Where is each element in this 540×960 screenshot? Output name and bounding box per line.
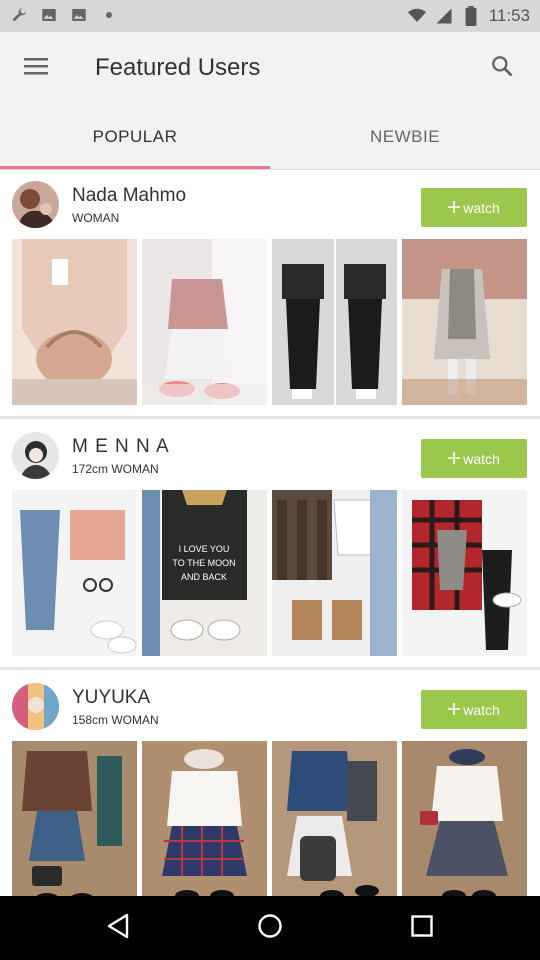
recents-icon: [411, 914, 433, 942]
watch-button[interactable]: watch: [421, 439, 527, 478]
status-bar: 11:53: [0, 0, 540, 32]
user-name[interactable]: M E N N A: [72, 436, 170, 458]
outfit-photo[interactable]: [272, 741, 397, 907]
tab-bar: POPULAR NEWBIE: [0, 104, 540, 170]
watch-button[interactable]: watch: [421, 690, 527, 729]
outfit-photo[interactable]: [12, 490, 137, 656]
photo-row: [12, 239, 528, 405]
outfit-photo[interactable]: [12, 239, 137, 405]
tab-popular[interactable]: POPULAR: [0, 104, 270, 170]
user-name[interactable]: Nada Mahmo: [72, 185, 186, 207]
plus-icon: [448, 200, 461, 216]
plus-icon: [448, 451, 461, 467]
wifi-icon: [407, 7, 426, 25]
navigation-bar: [0, 896, 540, 960]
outfit-photo[interactable]: [12, 741, 137, 907]
hamburger-menu-icon: [23, 56, 49, 81]
outfit-photo[interactable]: [402, 490, 527, 656]
photo-row: I LOVE YOU TO THE MOON AND BACK: [12, 490, 528, 656]
section-divider: [0, 667, 540, 670]
app-bar: Featured Users: [0, 32, 540, 104]
outfit-photo[interactable]: [402, 239, 527, 405]
watch-button[interactable]: watch: [421, 188, 527, 227]
home-icon: [257, 913, 283, 944]
watch-button-label: watch: [463, 199, 500, 216]
status-right-icons: 11:53: [407, 0, 530, 32]
user-meta: 172cm WOMAN: [72, 462, 159, 476]
watch-button-label: watch: [463, 450, 500, 467]
notification-dot-icon: [100, 6, 118, 24]
back-button[interactable]: [98, 908, 138, 948]
user-meta: WOMAN: [72, 211, 120, 225]
outfit-photo[interactable]: [272, 490, 397, 656]
user-card[interactable]: YUYUKA 158cm WOMAN watch: [0, 672, 540, 922]
user-meta: 158cm WOMAN: [72, 713, 159, 727]
page-title: Featured Users: [95, 54, 261, 81]
watch-button-label: watch: [463, 701, 500, 718]
image-icon: [40, 6, 58, 24]
image-icon: [70, 6, 88, 24]
signal-icon: [435, 7, 453, 25]
search-button[interactable]: [484, 50, 520, 86]
tab-newbie[interactable]: NEWBIE: [270, 104, 540, 170]
svg-text:AND BACK: AND BACK: [181, 572, 227, 582]
tab-indicator: [0, 166, 270, 169]
screen: 11:53 Featured Users POPULAR NEWBIE Nada…: [0, 0, 540, 960]
avatar[interactable]: [12, 432, 59, 479]
avatar[interactable]: [12, 683, 59, 730]
photo-row: [12, 741, 528, 907]
outfit-photo[interactable]: [142, 239, 267, 405]
plus-icon: [448, 702, 461, 718]
outfit-photo[interactable]: [142, 741, 267, 907]
search-icon: [489, 53, 515, 84]
back-icon: [106, 913, 130, 944]
user-name[interactable]: YUYUKA: [72, 687, 150, 709]
status-left-icons: [10, 6, 118, 24]
recents-button[interactable]: [402, 908, 442, 948]
section-divider: [0, 416, 540, 419]
menu-button[interactable]: [18, 50, 54, 86]
user-card[interactable]: M E N N A 172cm WOMAN watch I LOVE YOU TO…: [0, 421, 540, 671]
status-time: 11:53: [488, 6, 530, 25]
avatar[interactable]: [12, 181, 59, 228]
battery-icon: [462, 6, 480, 26]
outfit-photo[interactable]: I LOVE YOU TO THE MOON AND BACK: [142, 490, 267, 656]
wrench-icon: [10, 6, 28, 24]
svg-text:I LOVE YOU: I LOVE YOU: [179, 544, 230, 554]
outfit-photo[interactable]: [402, 741, 527, 907]
outfit-photo[interactable]: [272, 239, 397, 405]
home-button[interactable]: [250, 908, 290, 948]
user-card[interactable]: Nada Mahmo WOMAN watch: [0, 170, 540, 420]
svg-text:TO THE MOON: TO THE MOON: [172, 558, 235, 568]
